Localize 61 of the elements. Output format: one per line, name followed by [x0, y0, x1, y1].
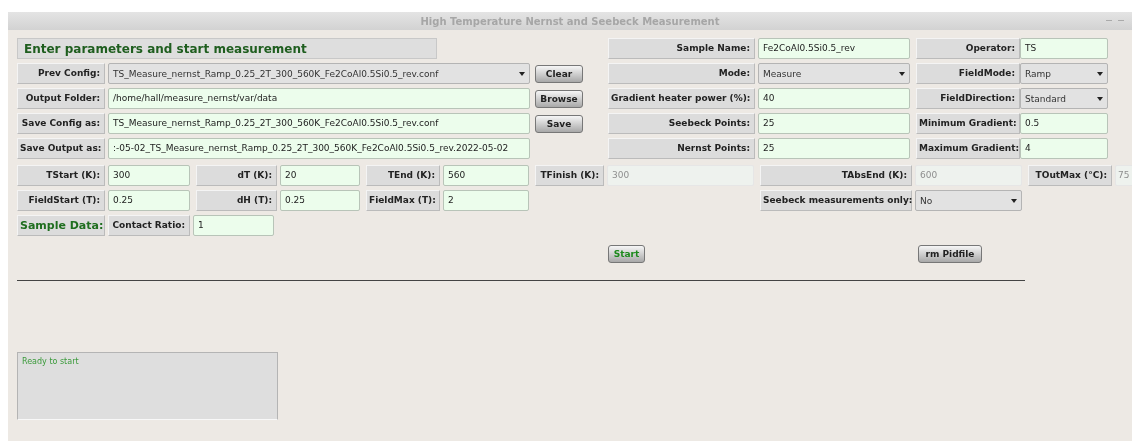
remove-pidfile-button[interactable]: rm Pidfile	[918, 245, 982, 263]
field-label: Save Config as:	[17, 113, 105, 134]
action-button[interactable]: Browse	[535, 89, 583, 108]
input-field[interactable]: 0.5	[1020, 113, 1108, 134]
field-label: Contact Ratio:	[108, 215, 190, 236]
field-label: Prev Config:	[17, 63, 105, 84]
field-label: TAbsEnd (K):	[760, 165, 912, 186]
input-field[interactable]: 0.25	[108, 190, 190, 211]
status-text: Ready to start	[22, 357, 79, 366]
input-field[interactable]: 40	[758, 88, 910, 109]
input-field[interactable]: 25	[758, 113, 910, 134]
field-label: Minimum Gradient:	[916, 113, 1020, 134]
input-field[interactable]: 20	[280, 165, 360, 186]
select-dropdown[interactable]: Standard	[1020, 88, 1108, 109]
field-label: Sample Name:	[608, 38, 755, 59]
caret-icon	[899, 71, 905, 76]
input-field[interactable]: TS	[1020, 38, 1108, 59]
input-field[interactable]: :-05-02_TS_Measure_nernst_Ramp_0.25_2T_300_560K_Fe2CoAl0.5Si0.5_rev.2022-05-02	[108, 138, 530, 159]
field-label: dH (T):	[196, 190, 277, 211]
field-label: Save Output as:	[17, 138, 105, 159]
select-dropdown[interactable]: No	[915, 190, 1022, 211]
field-label: Output Folder:	[17, 88, 105, 109]
input-field[interactable]: TS_Measure_nernst_Ramp_0.25_2T_300_560K_Fe2CoAl0.5Si0.5_rev.conf	[108, 113, 530, 134]
form-heading: Enter parameters and start measurement	[17, 38, 437, 59]
minimize-icon[interactable]	[1106, 20, 1112, 21]
input-field[interactable]: 0.25	[280, 190, 360, 211]
action-button[interactable]: Clear	[535, 64, 583, 83]
select-dropdown[interactable]: Measure	[758, 63, 910, 84]
field-label: TEnd (K):	[366, 165, 440, 186]
field-label: Seebeck measurements only:	[760, 190, 912, 211]
field-label: FieldMode:	[916, 63, 1020, 84]
field-label: Nernst Points:	[608, 138, 755, 159]
input-field[interactable]: 25	[758, 138, 910, 159]
input-field[interactable]: /home/hall/measure_nernst/var/data	[108, 88, 530, 109]
field-label: Operator:	[916, 38, 1020, 59]
caret-icon	[1097, 96, 1103, 101]
config-dropdown[interactable]: TS_Measure_nernst_Ramp_0.25_2T_300_560K_Fe2CoAl0.5Si0.5_rev.conf	[108, 63, 530, 84]
field-label: TStart (K):	[17, 165, 105, 186]
caret-icon	[519, 71, 525, 76]
field-label: FieldMax (T):	[366, 190, 440, 211]
input-field[interactable]: 560	[443, 165, 529, 186]
field-label: dT (K):	[196, 165, 277, 186]
field-label: FieldStart (T):	[17, 190, 105, 211]
section-label: Sample Data:	[17, 215, 105, 236]
input-field[interactable]: 1	[193, 215, 274, 236]
input-field[interactable]: 300	[108, 165, 190, 186]
field-label: Maximum Gradient:	[916, 138, 1020, 159]
input-field[interactable]: 2	[443, 190, 529, 211]
field-label: FieldDirection:	[916, 88, 1020, 109]
input-field[interactable]: 4	[1020, 138, 1108, 159]
select-dropdown[interactable]: Ramp	[1020, 63, 1108, 84]
action-button[interactable]: Save	[535, 114, 583, 133]
field-label: Mode:	[608, 63, 755, 84]
caret-icon	[1011, 198, 1017, 203]
field-label: Seebeck Points:	[608, 113, 755, 134]
input-field[interactable]: Fe2CoAl0.5Si0.5_rev	[758, 38, 910, 59]
field-label: TOutMax (°C):	[1028, 165, 1112, 186]
caret-icon	[1097, 71, 1103, 76]
window-title: High Temperature Nernst and Seebeck Measurement	[420, 15, 720, 27]
field-label: TFinish (K):	[535, 165, 604, 186]
field-label: Gradient heater power (%):	[608, 88, 755, 109]
